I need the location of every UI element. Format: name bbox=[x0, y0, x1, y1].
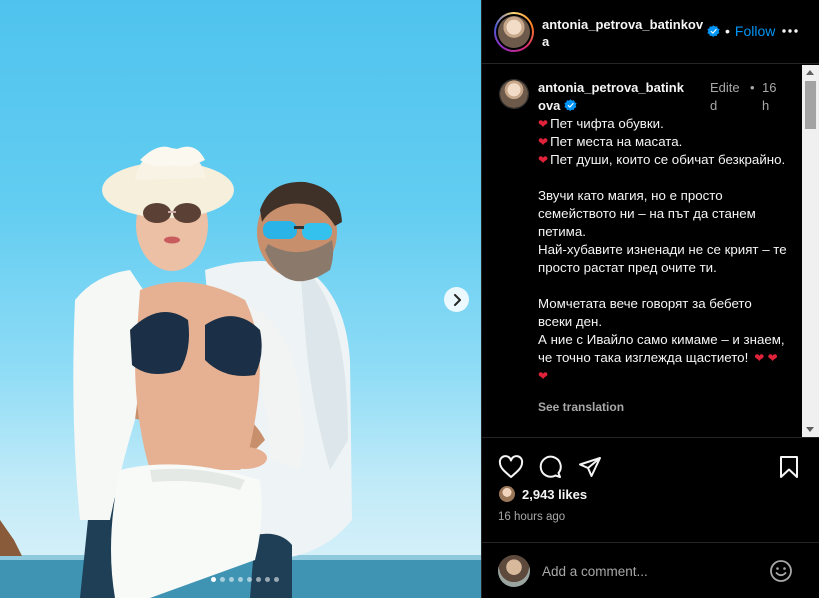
verified-badge-icon bbox=[707, 25, 720, 38]
more-options-icon[interactable] bbox=[781, 22, 799, 40]
header-separator: • bbox=[725, 23, 730, 39]
add-comment-bar bbox=[482, 542, 819, 598]
author-username[interactable]: antonia_petrova_batinkova bbox=[542, 16, 707, 50]
caption-text: ❤ Пет чифта обувки. ❤ Пет места на масата. ❤… bbox=[538, 115, 788, 385]
emoji-smile-icon[interactable] bbox=[769, 559, 793, 583]
caption-line bbox=[538, 169, 788, 187]
carousel-next-button[interactable] bbox=[444, 287, 469, 312]
caption-line: Момчетата вече говорят за бебето всеки д… bbox=[538, 296, 752, 329]
red-heart-emoji-icon: ❤ bbox=[538, 117, 549, 131]
red-heart-emoji-icon: ❤ bbox=[538, 153, 549, 167]
author-avatar[interactable] bbox=[494, 12, 534, 52]
carousel-dot bbox=[211, 577, 216, 582]
heart-icon[interactable] bbox=[498, 455, 524, 479]
carousel-dot bbox=[238, 577, 243, 582]
post-photo bbox=[0, 146, 481, 598]
red-heart-emoji-icon: ❤ bbox=[538, 135, 549, 149]
follow-button[interactable]: Follow bbox=[735, 23, 775, 40]
post-media[interactable] bbox=[0, 0, 481, 598]
viewer-avatar bbox=[498, 555, 530, 587]
caption-username[interactable]: antonia_petrova_batinkova bbox=[538, 79, 688, 115]
caption-line: Най-хубавите изненади не се крият – те п… bbox=[538, 242, 787, 275]
post-timestamp[interactable]: 16 hours ago bbox=[498, 511, 565, 523]
caption-line: ❤ Пет души, които се обичат безкрайно. bbox=[538, 152, 786, 167]
scrollbar-thumb[interactable] bbox=[805, 81, 816, 129]
carousel-indicator bbox=[211, 577, 279, 582]
caption-line bbox=[538, 277, 788, 295]
caption-author-avatar[interactable] bbox=[499, 79, 529, 109]
caption-line: ❤ Пет чифта обувки. bbox=[538, 116, 664, 131]
comment-bubble-icon[interactable] bbox=[538, 455, 562, 479]
see-translation-button[interactable]: See translation bbox=[538, 400, 624, 414]
scroll-up-arrow-icon[interactable] bbox=[806, 70, 814, 75]
verified-badge-icon bbox=[564, 99, 577, 112]
scroll-down-arrow-icon[interactable] bbox=[806, 427, 814, 432]
post-actions: 2,943 likes 16 hours ago bbox=[482, 437, 819, 542]
chevron-right-icon bbox=[453, 293, 461, 306]
comments-scrollbar[interactable] bbox=[802, 65, 819, 437]
post-side-panel: antonia_petrova_batinkova • Follow anton… bbox=[481, 0, 819, 598]
carousel-dot bbox=[247, 577, 252, 582]
liker-avatar bbox=[498, 485, 516, 503]
carousel-dot bbox=[220, 577, 225, 582]
caption-line: Звучи като магия, но е просто семействот… bbox=[538, 188, 756, 239]
carousel-dot bbox=[256, 577, 261, 582]
paper-plane-icon[interactable] bbox=[578, 455, 602, 479]
post-time-short[interactable]: 16h bbox=[762, 79, 778, 115]
caption-line: А ние с Ивайло само кимаме – и знаем, че… bbox=[538, 332, 785, 383]
carousel-dot bbox=[229, 577, 234, 582]
time-separator: • bbox=[750, 80, 755, 95]
caption-line: ❤ Пет места на масата. bbox=[538, 134, 683, 149]
post-header: antonia_petrova_batinkova • Follow bbox=[482, 0, 819, 64]
comment-input[interactable] bbox=[542, 561, 762, 581]
carousel-dot bbox=[274, 577, 279, 582]
edited-label: Edited bbox=[710, 80, 740, 113]
bookmark-icon[interactable] bbox=[778, 455, 800, 479]
likes-count[interactable]: 2,943 likes bbox=[522, 487, 587, 502]
carousel-dot bbox=[265, 577, 270, 582]
comments-section[interactable]: antonia_petrova_batinkova Edited • 16h ❤… bbox=[482, 65, 819, 437]
post-modal: antonia_petrova_batinkova • Follow anton… bbox=[0, 0, 819, 598]
likes-row[interactable]: 2,943 likes bbox=[498, 485, 587, 503]
header-meta: • Follow bbox=[707, 23, 775, 40]
